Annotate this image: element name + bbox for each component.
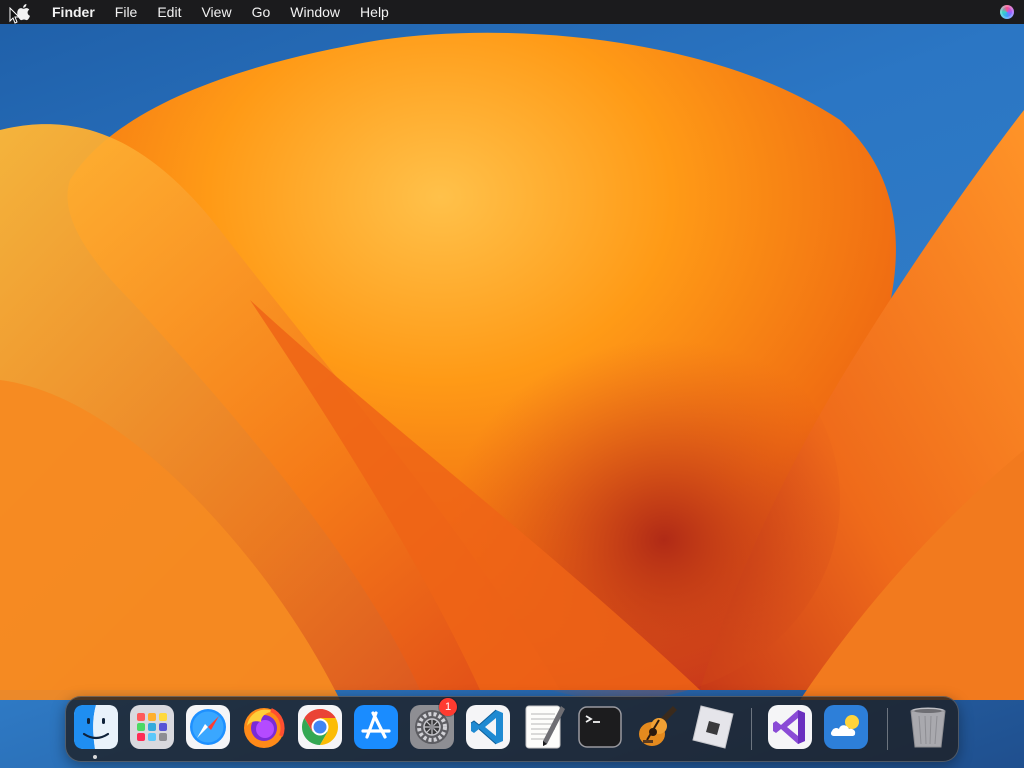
notification-badge: 1	[439, 698, 457, 716]
dock: 1	[65, 696, 959, 762]
finder-icon[interactable]	[73, 704, 119, 750]
dock-separator	[887, 708, 888, 750]
terminal-icon[interactable]	[577, 704, 623, 750]
menu-edit[interactable]: Edit	[147, 0, 191, 24]
vscode-icon[interactable]	[465, 704, 511, 750]
desktop-wallpaper	[0, 0, 1024, 768]
system-preferences-icon[interactable]: 1	[409, 698, 457, 750]
menu-window[interactable]: Window	[280, 0, 350, 24]
siri-icon[interactable]	[1000, 5, 1014, 19]
weather-icon[interactable]	[823, 704, 869, 750]
mouse-pointer-icon	[9, 7, 21, 24]
menu-bar: Finder File Edit View Go Window Help	[0, 0, 1024, 24]
menu-help[interactable]: Help	[350, 0, 399, 24]
safari-icon[interactable]	[185, 704, 231, 750]
menu-go[interactable]: Go	[242, 0, 281, 24]
menu-file[interactable]: File	[105, 0, 148, 24]
firefox-icon[interactable]	[241, 704, 287, 750]
garageband-icon[interactable]	[633, 704, 679, 750]
launchpad-icon[interactable]	[129, 704, 175, 750]
app-store-icon[interactable]	[353, 704, 399, 750]
running-indicator	[93, 755, 97, 759]
textedit-icon[interactable]	[521, 704, 567, 750]
wallpaper-petals	[0, 32, 1024, 700]
visual-studio-icon[interactable]	[767, 704, 813, 750]
dock-separator	[751, 708, 752, 750]
trash-icon[interactable]	[905, 704, 951, 750]
menu-app-name[interactable]: Finder	[48, 0, 105, 24]
chrome-icon[interactable]	[297, 704, 343, 750]
roblox-icon[interactable]	[689, 704, 735, 750]
menu-view[interactable]: View	[191, 0, 241, 24]
